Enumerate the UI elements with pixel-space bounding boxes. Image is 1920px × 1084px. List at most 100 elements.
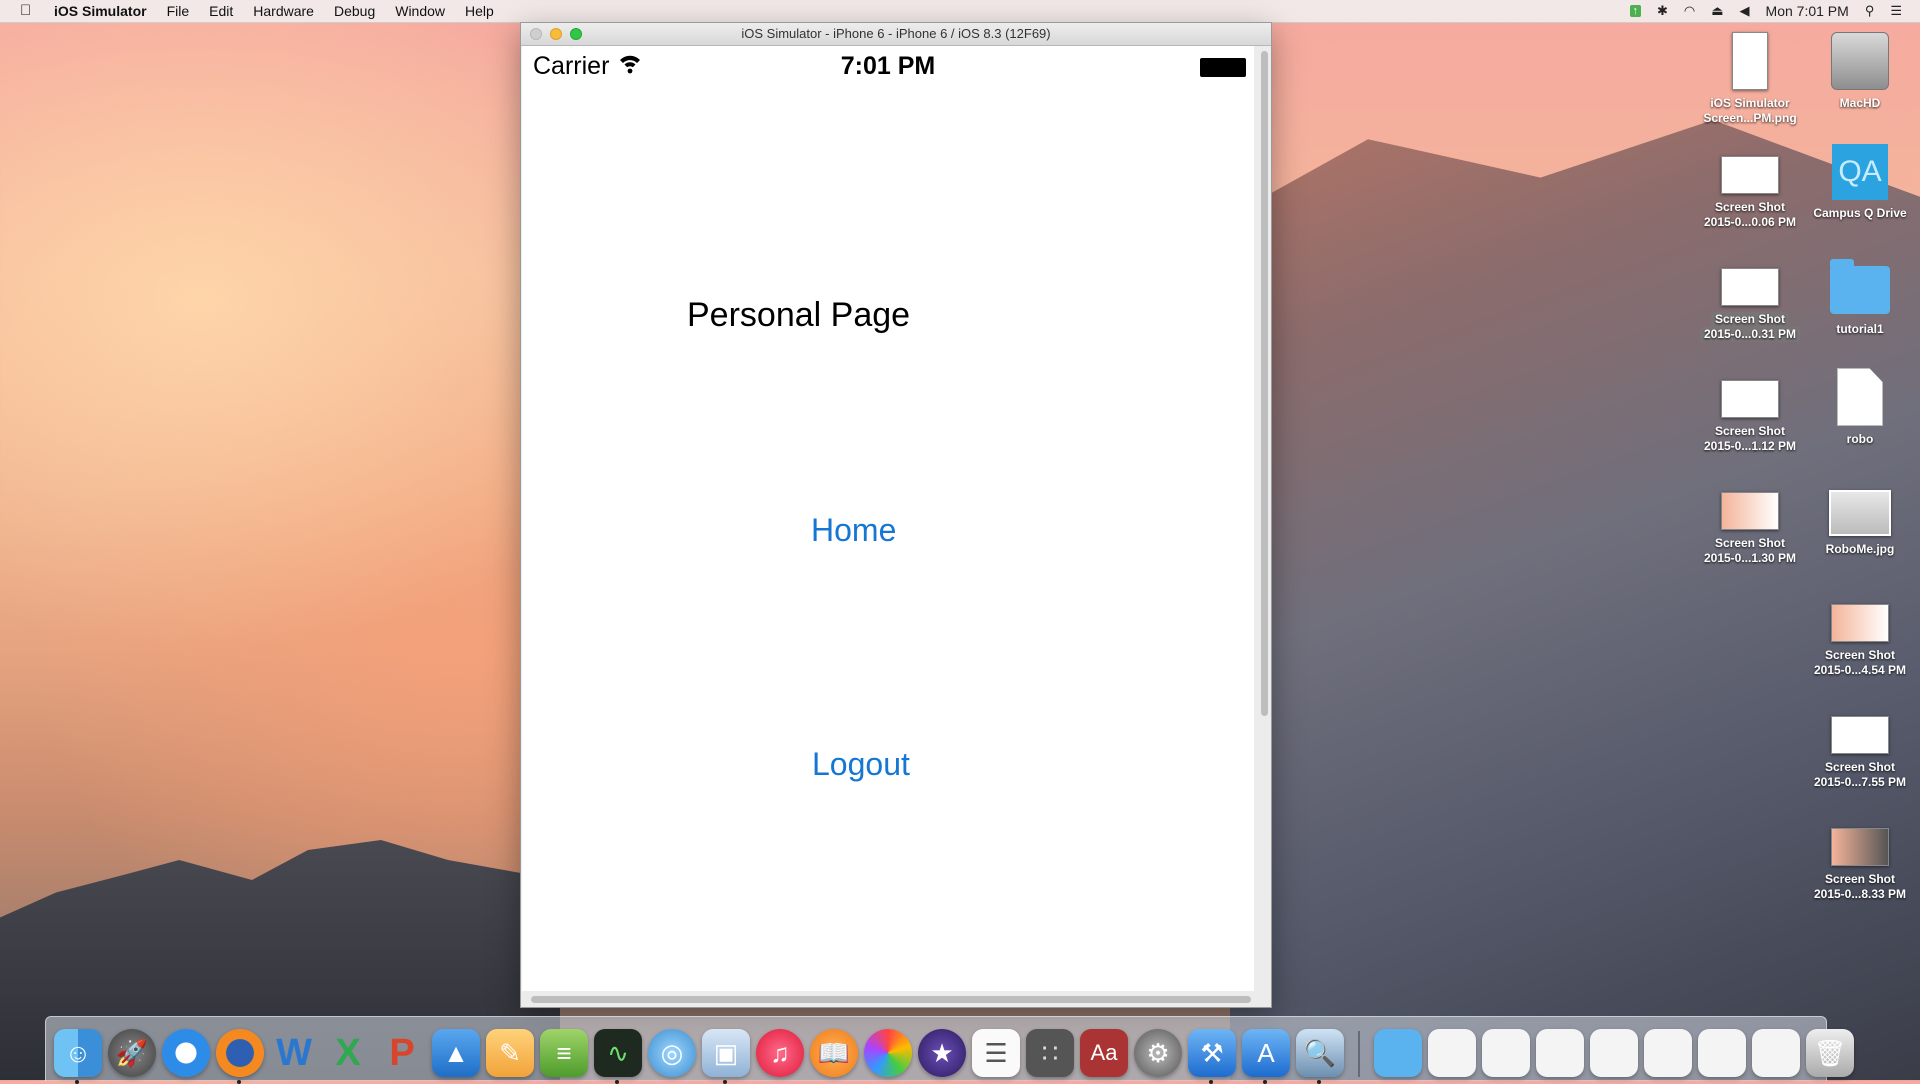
menu-hardware[interactable]: Hardware bbox=[253, 3, 314, 19]
menu-bar:  iOS Simulator File Edit Hardware Debug… bbox=[0, 0, 1920, 23]
eject-icon[interactable]: ⏏ bbox=[1711, 3, 1723, 19]
dictionary-icon[interactable]: Aa bbox=[1080, 1029, 1128, 1077]
spotlight-icon[interactable]: ⚲ bbox=[1865, 3, 1875, 19]
xcode-icon[interactable]: ⚒ bbox=[1188, 1029, 1236, 1077]
desktop-icon-label: MacHD bbox=[1808, 96, 1912, 111]
textedit-icon[interactable]: ☰ bbox=[972, 1029, 1020, 1077]
notification-center-icon[interactable]: ☰ bbox=[1890, 3, 1902, 19]
desktop-icon-screenshot-1[interactable]: Screen Shot 2015-0...0.06 PM bbox=[1698, 154, 1802, 230]
photos-icon[interactable] bbox=[864, 1029, 912, 1077]
window-controls bbox=[530, 28, 582, 40]
desktop-icon-screenshot-2[interactable]: Screen Shot 2015-0...0.31 PM bbox=[1698, 266, 1802, 342]
menu-window[interactable]: Window bbox=[395, 3, 445, 19]
powerpoint-icon[interactable]: P bbox=[378, 1029, 426, 1077]
menu-debug[interactable]: Debug bbox=[334, 3, 375, 19]
numbers-icon[interactable]: ≡ bbox=[540, 1029, 588, 1077]
pages-icon[interactable]: ✎ bbox=[486, 1029, 534, 1077]
status-time: 7:01 PM bbox=[522, 52, 1254, 81]
desktop-icon-label: Screen Shot bbox=[1808, 760, 1912, 775]
doc-stack-6-icon[interactable] bbox=[1698, 1029, 1746, 1077]
minimize-button[interactable] bbox=[550, 28, 562, 40]
window-title: iOS Simulator - iPhone 6 - iPhone 6 / iO… bbox=[741, 26, 1050, 41]
window-titlebar[interactable]: iOS Simulator - iPhone 6 - iPhone 6 / iO… bbox=[521, 23, 1271, 46]
device-screen: Carrier 7:01 PM Personal Page Home Logou… bbox=[522, 46, 1254, 991]
applications-folder-icon[interactable] bbox=[1374, 1029, 1422, 1077]
doc-stack-2-icon[interactable] bbox=[1482, 1029, 1530, 1077]
desktop-icon-screenshot-5[interactable]: Screen Shot 2015-0...4.54 PM bbox=[1808, 602, 1912, 678]
doc-stack-1-icon[interactable] bbox=[1428, 1029, 1476, 1077]
trash-icon[interactable]: 🗑 bbox=[1806, 1029, 1854, 1077]
desktop-icon-screenshot-7[interactable]: Screen Shot 2015-0...8.33 PM bbox=[1808, 826, 1912, 902]
bluetooth-icon[interactable]: ✱ bbox=[1657, 3, 1668, 19]
screenshot-thumbnail-icon bbox=[1721, 156, 1779, 194]
volume-icon[interactable]: ◀ bbox=[1740, 3, 1750, 19]
doc-stack-3-icon[interactable] bbox=[1536, 1029, 1584, 1077]
horizontal-scrollbar[interactable] bbox=[531, 996, 1251, 1003]
calculator-icon[interactable]: ∷ bbox=[1026, 1029, 1074, 1077]
desktop-icon-label: 2015-0...1.30 PM bbox=[1698, 551, 1802, 566]
app-store-icon[interactable]: A bbox=[1242, 1029, 1290, 1077]
desktop-icon-screenshot-3[interactable]: Screen Shot 2015-0...1.12 PM bbox=[1698, 378, 1802, 454]
desktop-icon-robome-jpg[interactable]: RoboMe.jpg bbox=[1808, 480, 1912, 557]
dock-separator bbox=[1358, 1031, 1360, 1077]
desktop-icon-machd[interactable]: MacHD bbox=[1808, 32, 1912, 111]
desktop-icon-label: 2015-0...8.33 PM bbox=[1808, 887, 1912, 902]
desktop-icon-screenshot-4[interactable]: Screen Shot 2015-0...1.30 PM bbox=[1698, 490, 1802, 566]
desktop-icon-label: 2015-0...0.31 PM bbox=[1700, 327, 1800, 342]
desktop-icon-label: 2015-0...1.12 PM bbox=[1698, 439, 1802, 454]
preview-icon[interactable]: 🔍 bbox=[1296, 1029, 1344, 1077]
dock: ☺ 🚀 W X P ▲ ✎ ≡ ∿ ◎ ▣ ♫ 📖 ★ ☰ ∷ Aa ⚙ ⚒ A… bbox=[45, 1016, 1827, 1081]
desktop-icon-label: Screen Shot bbox=[1698, 424, 1802, 439]
simulator-window: iOS Simulator - iPhone 6 - iPhone 6 / iO… bbox=[520, 22, 1272, 1008]
menubar-clock[interactable]: Mon 7:01 PM bbox=[1766, 3, 1849, 19]
screenshot-thumbnail-icon bbox=[1721, 492, 1779, 530]
desktop-icon-campus-q-drive[interactable]: QA Campus Q Drive bbox=[1808, 144, 1912, 221]
app-menu[interactable]: iOS Simulator bbox=[54, 3, 147, 19]
close-button[interactable] bbox=[530, 28, 542, 40]
menu-help[interactable]: Help bbox=[465, 3, 494, 19]
finder-icon[interactable]: ☺ bbox=[54, 1029, 102, 1077]
doc-stack-7-icon[interactable] bbox=[1752, 1029, 1800, 1077]
network-drive-icon: QA bbox=[1832, 144, 1888, 200]
desktop-icon-robo[interactable]: robo bbox=[1808, 368, 1912, 447]
page-title: Personal Page bbox=[687, 296, 910, 335]
keynote-icon[interactable]: ▲ bbox=[432, 1029, 480, 1077]
screenshot-thumbnail-icon bbox=[1721, 268, 1779, 306]
desktop-icon-label: tutorial1 bbox=[1808, 322, 1912, 337]
imovie-icon[interactable]: ★ bbox=[918, 1029, 966, 1077]
menu-file[interactable]: File bbox=[167, 3, 190, 19]
folder-icon bbox=[1830, 266, 1890, 314]
apple-menu-icon[interactable]:  bbox=[20, 3, 36, 19]
safari-icon[interactable] bbox=[162, 1029, 210, 1077]
vertical-scrollbar[interactable] bbox=[1261, 51, 1268, 716]
ibooks-icon[interactable]: 📖 bbox=[810, 1029, 858, 1077]
excel-icon[interactable]: X bbox=[324, 1029, 372, 1077]
desktop-icon-screenshot-6[interactable]: Screen Shot 2015-0...7.55 PM bbox=[1808, 714, 1912, 790]
logout-button[interactable]: Logout bbox=[812, 746, 910, 783]
activity-monitor-icon[interactable]: ∿ bbox=[594, 1029, 642, 1077]
system-preferences-icon[interactable]: ⚙ bbox=[1134, 1029, 1182, 1077]
desktop-icon-label: 2015-0...7.55 PM bbox=[1808, 775, 1912, 790]
desktop-icon-label: Campus Q Drive bbox=[1808, 206, 1912, 221]
itunes-icon[interactable]: ♫ bbox=[756, 1029, 804, 1077]
home-button[interactable]: Home bbox=[811, 512, 896, 549]
firefox-icon[interactable] bbox=[216, 1029, 264, 1077]
app-status-icon[interactable]: ↑ bbox=[1630, 5, 1642, 17]
wifi-icon[interactable]: ◠ bbox=[1684, 3, 1695, 19]
doc-stack-5-icon[interactable] bbox=[1644, 1029, 1692, 1077]
word-icon[interactable]: W bbox=[270, 1029, 318, 1077]
zoom-button[interactable] bbox=[570, 28, 582, 40]
hard-drive-icon bbox=[1831, 32, 1889, 90]
desktop-icon-label: Screen...PM.png bbox=[1698, 111, 1802, 126]
status-menus: ↑ ✱ ◠ ⏏ ◀ Mon 7:01 PM ⚲ ☰ bbox=[1630, 0, 1920, 22]
network-icon[interactable]: ◎ bbox=[648, 1029, 696, 1077]
screenshot-thumbnail-icon bbox=[1831, 716, 1889, 754]
launchpad-icon[interactable]: 🚀 bbox=[108, 1029, 156, 1077]
box-icon[interactable]: ▣ bbox=[702, 1029, 750, 1077]
doc-stack-4-icon[interactable] bbox=[1590, 1029, 1638, 1077]
image-file-icon bbox=[1732, 32, 1768, 90]
desktop-icon-simulator-screenshot[interactable]: iOS Simulator Screen...PM.png bbox=[1698, 32, 1802, 126]
desktop-icon-tutorial1[interactable]: tutorial1 bbox=[1808, 260, 1912, 337]
menu-edit[interactable]: Edit bbox=[209, 3, 233, 19]
desktop-icon-label: Screen Shot bbox=[1808, 872, 1912, 887]
